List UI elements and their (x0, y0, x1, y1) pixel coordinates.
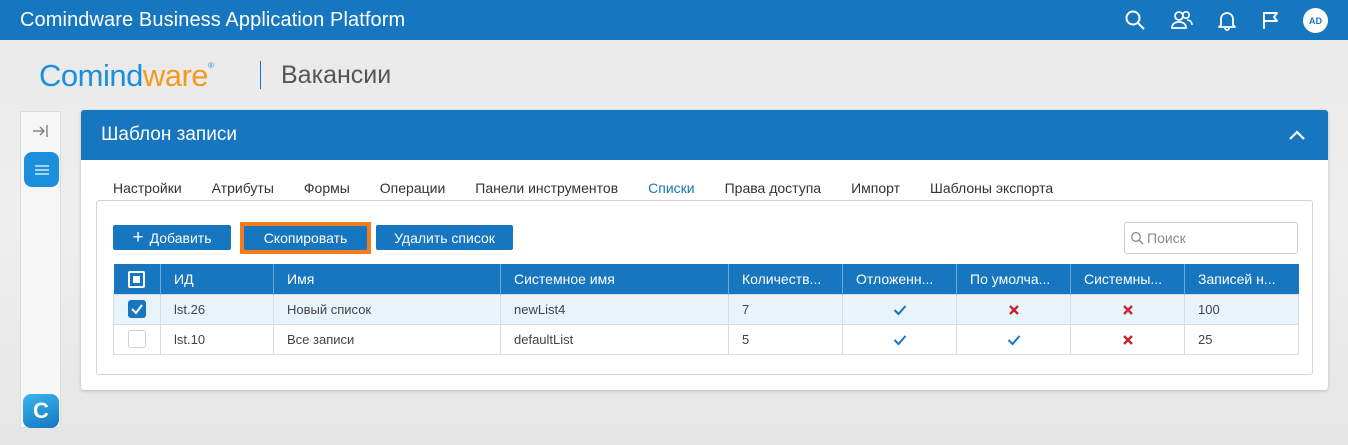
copy-button[interactable]: Скопировать (244, 226, 367, 250)
card-title: Шаблон записи (101, 124, 237, 145)
search-icon (1131, 232, 1144, 245)
record-template-card: Шаблон записи Настройки Атрибуты Формы О… (81, 110, 1328, 390)
cell-default (956, 293, 1071, 325)
cell-deferred (842, 323, 957, 355)
cell-count: 5 (728, 323, 843, 355)
brand-divider (260, 61, 261, 89)
cross-icon (1122, 304, 1133, 315)
check-icon (1007, 335, 1020, 346)
card-header: Шаблон записи (81, 110, 1328, 160)
add-button-label: Добавить (149, 229, 212, 246)
column-header-name[interactable]: Имя (273, 264, 501, 294)
search-box (1124, 222, 1298, 254)
cell-records: 25 (1184, 323, 1299, 355)
top-bar: Comindware Business Application Platform… (0, 0, 1348, 40)
select-all-checkbox[interactable] (113, 264, 161, 294)
cross-icon (1008, 304, 1019, 315)
checkmark-icon (131, 304, 143, 315)
menu-icon (34, 164, 49, 175)
cell-name: Новый список (273, 293, 501, 325)
table-header-row: ИД Имя Системное имя Количеств... Отложе… (113, 264, 1299, 294)
comindware-app-icon[interactable]: C (23, 394, 59, 428)
table-row[interactable]: lst.10 Все записи defaultList 5 25 (113, 323, 1299, 355)
cell-records: 100 (1184, 293, 1299, 325)
delete-list-button[interactable]: Удалить список (376, 225, 513, 250)
column-header-system[interactable]: Системны... (1070, 264, 1185, 294)
menu-button[interactable] (24, 152, 59, 187)
column-header-count[interactable]: Количеств... (728, 264, 843, 294)
copy-button-highlight: Скопировать (240, 222, 371, 254)
comindware-logo: Comindware® (39, 58, 214, 93)
check-icon (893, 335, 906, 346)
cell-system-name: defaultList (500, 323, 729, 355)
lists-panel: + Добавить Скопировать Удалить список ИД (96, 200, 1313, 375)
side-navigation: C (20, 111, 61, 428)
cell-system-name: newList4 (500, 293, 729, 325)
cell-name: Все записи (273, 323, 501, 355)
search-input[interactable] (1147, 228, 1292, 248)
plus-icon: + (132, 227, 144, 248)
flag-icon[interactable] (1260, 9, 1282, 31)
cell-id: lst.10 (160, 323, 274, 355)
cell-id: lst.26 (160, 293, 274, 325)
column-header-records[interactable]: Записей н... (1184, 264, 1299, 294)
cell-system (1070, 323, 1185, 355)
cell-system (1070, 293, 1185, 325)
cell-count: 7 (728, 293, 843, 325)
search-icon[interactable] (1124, 9, 1146, 31)
add-button[interactable]: + Добавить (113, 225, 231, 250)
column-header-deferred[interactable]: Отложенн... (842, 264, 957, 294)
cell-default (956, 323, 1071, 355)
column-header-id[interactable]: ИД (160, 264, 274, 294)
chevron-up-icon[interactable] (1288, 127, 1306, 145)
column-header-system-name[interactable]: Системное имя (500, 264, 729, 294)
users-icon[interactable] (1170, 9, 1194, 31)
check-icon (893, 305, 906, 316)
app-title: Comindware Business Application Platform (20, 9, 406, 31)
row-checkbox[interactable] (113, 323, 161, 355)
column-header-default[interactable]: По умолча... (956, 264, 1071, 294)
bell-icon[interactable] (1216, 9, 1238, 31)
avatar[interactable]: AD (1303, 8, 1328, 33)
row-checkbox[interactable] (113, 293, 161, 325)
table-row[interactable]: lst.26 Новый список newList4 7 100 (113, 293, 1299, 325)
lists-table: ИД Имя Системное имя Количеств... Отложе… (113, 264, 1299, 355)
page-title: Вакансии (281, 61, 392, 89)
expand-sidebar-icon[interactable] (31, 121, 51, 141)
cross-icon (1122, 334, 1133, 345)
cell-deferred (842, 293, 957, 325)
